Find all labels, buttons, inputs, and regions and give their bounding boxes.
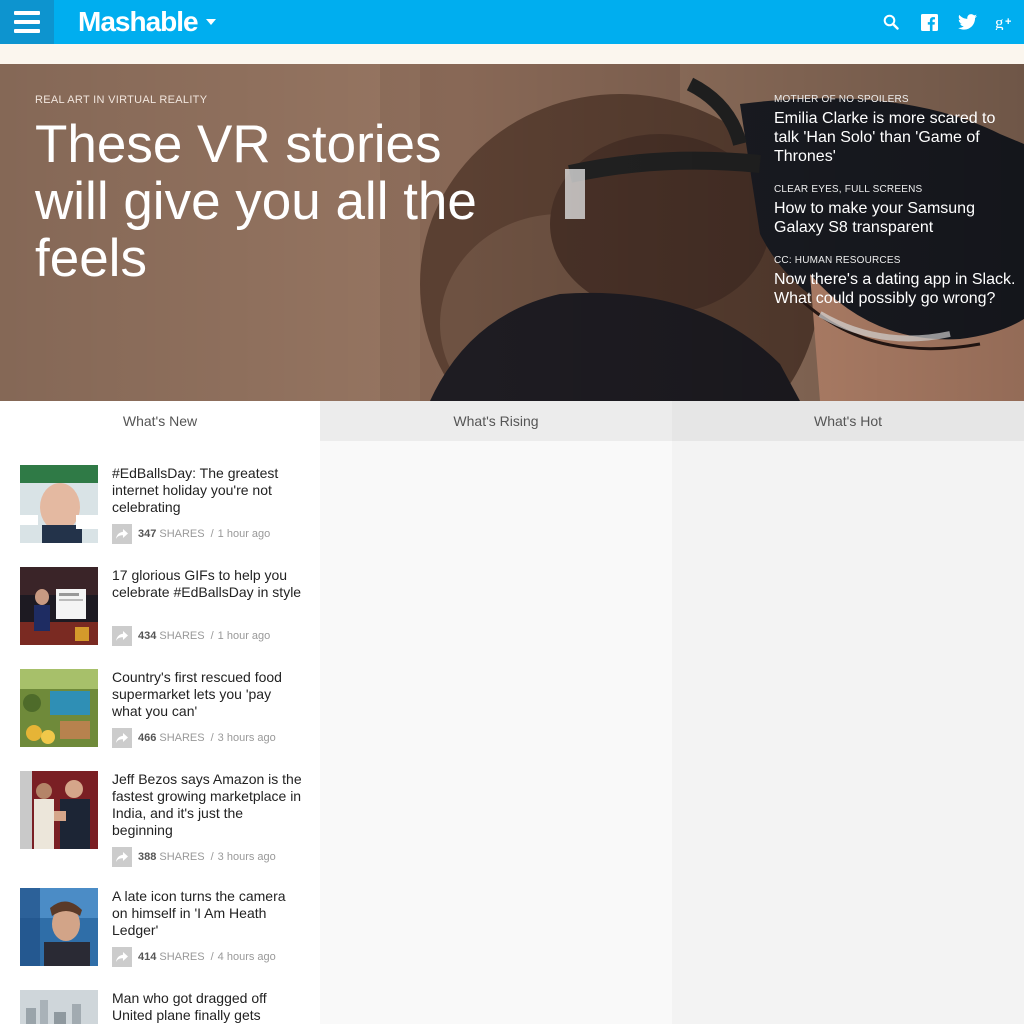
- side-story[interactable]: CC: HUMAN RESOURCES Now there's a dating…: [774, 255, 1024, 308]
- whats-hot-column: What's Hot: [672, 401, 1024, 1024]
- share-icon[interactable]: [112, 847, 132, 867]
- share-count: 388: [138, 851, 157, 863]
- list-item[interactable]: #EdBallsDay: The greatest internet holid…: [20, 465, 305, 545]
- share-icon[interactable]: [112, 728, 132, 748]
- tab-whats-new[interactable]: What's New: [0, 401, 320, 441]
- share-icon[interactable]: [112, 947, 132, 967]
- story-title[interactable]: Jeff Bezos says Amazon is the fastest gr…: [112, 771, 302, 839]
- hero-kicker: REAL ART IN VIRTUAL REALITY: [35, 94, 208, 106]
- tab-whats-hot[interactable]: What's Hot: [672, 401, 1024, 441]
- facebook-icon[interactable]: [910, 0, 948, 44]
- story-thumbnail[interactable]: [20, 771, 98, 849]
- meta-separator: /: [210, 732, 214, 744]
- story-thumbnail[interactable]: [20, 567, 98, 645]
- share-count: 434: [138, 630, 157, 642]
- story-meta: 466 SHARES / 3 hours ago: [112, 728, 276, 748]
- tab-whats-rising[interactable]: What's Rising: [320, 401, 672, 441]
- story-timestamp: 3 hours ago: [217, 732, 276, 744]
- meta-separator: /: [210, 528, 214, 540]
- header-actions: g +: [872, 0, 1024, 44]
- hero-banner[interactable]: REAL ART IN VIRTUAL REALITY These VR sto…: [0, 64, 1024, 401]
- header-spacer: [0, 44, 1024, 64]
- story-title[interactable]: A late icon turns the camera on himself …: [112, 888, 302, 939]
- search-icon[interactable]: [872, 0, 910, 44]
- shares-label: SHARES: [159, 630, 205, 642]
- side-story[interactable]: MOTHER OF NO SPOILERS Emilia Clarke is m…: [774, 94, 1024, 166]
- share-count: 347: [138, 528, 157, 540]
- story-title[interactable]: Country's first rescued food supermarket…: [112, 669, 302, 720]
- story-meta: 388 SHARES / 3 hours ago: [112, 847, 276, 867]
- twitter-icon[interactable]: [948, 0, 986, 44]
- story-meta: 347 SHARES / 1 hour ago: [112, 524, 270, 544]
- list-item[interactable]: 17 glorious GIFs to help you celebrate #…: [20, 567, 305, 647]
- story-title[interactable]: Man who got dragged off United plane fin…: [112, 990, 302, 1024]
- story-thumbnail[interactable]: [20, 669, 98, 747]
- side-story-title[interactable]: How to make your Samsung Galaxy S8 trans…: [774, 199, 1024, 237]
- story-meta: 414 SHARES / 4 hours ago: [112, 947, 276, 967]
- shares-label: SHARES: [159, 732, 205, 744]
- whats-new-column: What's New #EdBallsDay: The greatest int…: [0, 401, 320, 1024]
- share-icon[interactable]: [112, 626, 132, 646]
- svg-text:+: +: [1005, 16, 1011, 28]
- story-timestamp: 1 hour ago: [217, 528, 271, 540]
- side-story-title[interactable]: Now there's a dating app in Slack. What …: [774, 270, 1024, 308]
- share-icon[interactable]: [112, 524, 132, 544]
- side-story-title[interactable]: Emilia Clarke is more scared to talk 'Ha…: [774, 109, 1024, 166]
- hero-headline[interactable]: These VR stories will give you all the f…: [35, 116, 515, 287]
- list-item[interactable]: Man who got dragged off United plane fin…: [20, 990, 305, 1024]
- whats-rising-column: What's Rising: [320, 401, 672, 1024]
- share-count: 414: [138, 951, 157, 963]
- shares-label: SHARES: [159, 851, 205, 863]
- side-story-kicker: CLEAR EYES, FULL SCREENS: [774, 184, 923, 195]
- svg-text:g: g: [995, 14, 1004, 30]
- hamburger-menu-icon[interactable]: [0, 0, 54, 44]
- share-count: 466: [138, 732, 157, 744]
- story-timestamp: 1 hour ago: [217, 630, 271, 642]
- logo-text: Mashable: [78, 6, 199, 37]
- story-title[interactable]: 17 glorious GIFs to help you celebrate #…: [112, 567, 302, 601]
- site-logo[interactable]: Mashable: [78, 6, 216, 38]
- shares-label: SHARES: [159, 528, 205, 540]
- story-timestamp: 4 hours ago: [217, 951, 276, 963]
- meta-separator: /: [210, 630, 214, 642]
- shares-label: SHARES: [159, 951, 205, 963]
- story-title[interactable]: #EdBallsDay: The greatest internet holid…: [112, 465, 302, 516]
- meta-separator: /: [210, 951, 214, 963]
- story-thumbnail[interactable]: [20, 888, 98, 966]
- story-timestamp: 3 hours ago: [217, 851, 276, 863]
- list-item[interactable]: Country's first rescued food supermarket…: [20, 669, 305, 749]
- list-item[interactable]: A late icon turns the camera on himself …: [20, 888, 305, 968]
- hero-side-stories: MOTHER OF NO SPOILERS Emilia Clarke is m…: [774, 94, 1024, 326]
- story-thumbnail[interactable]: [20, 465, 98, 543]
- side-story-kicker: MOTHER OF NO SPOILERS: [774, 94, 909, 105]
- story-thumbnail[interactable]: [20, 990, 98, 1024]
- side-story[interactable]: CLEAR EYES, FULL SCREENS How to make you…: [774, 184, 1024, 237]
- side-story-kicker: CC: HUMAN RESOURCES: [774, 255, 901, 266]
- story-meta: 434 SHARES / 1 hour ago: [112, 626, 270, 646]
- chevron-down-icon: [205, 19, 216, 25]
- top-navigation-bar: Mashable g +: [0, 0, 1024, 44]
- meta-separator: /: [210, 851, 214, 863]
- google-plus-icon[interactable]: g +: [986, 0, 1024, 44]
- list-item[interactable]: Jeff Bezos says Amazon is the fastest gr…: [20, 771, 305, 867]
